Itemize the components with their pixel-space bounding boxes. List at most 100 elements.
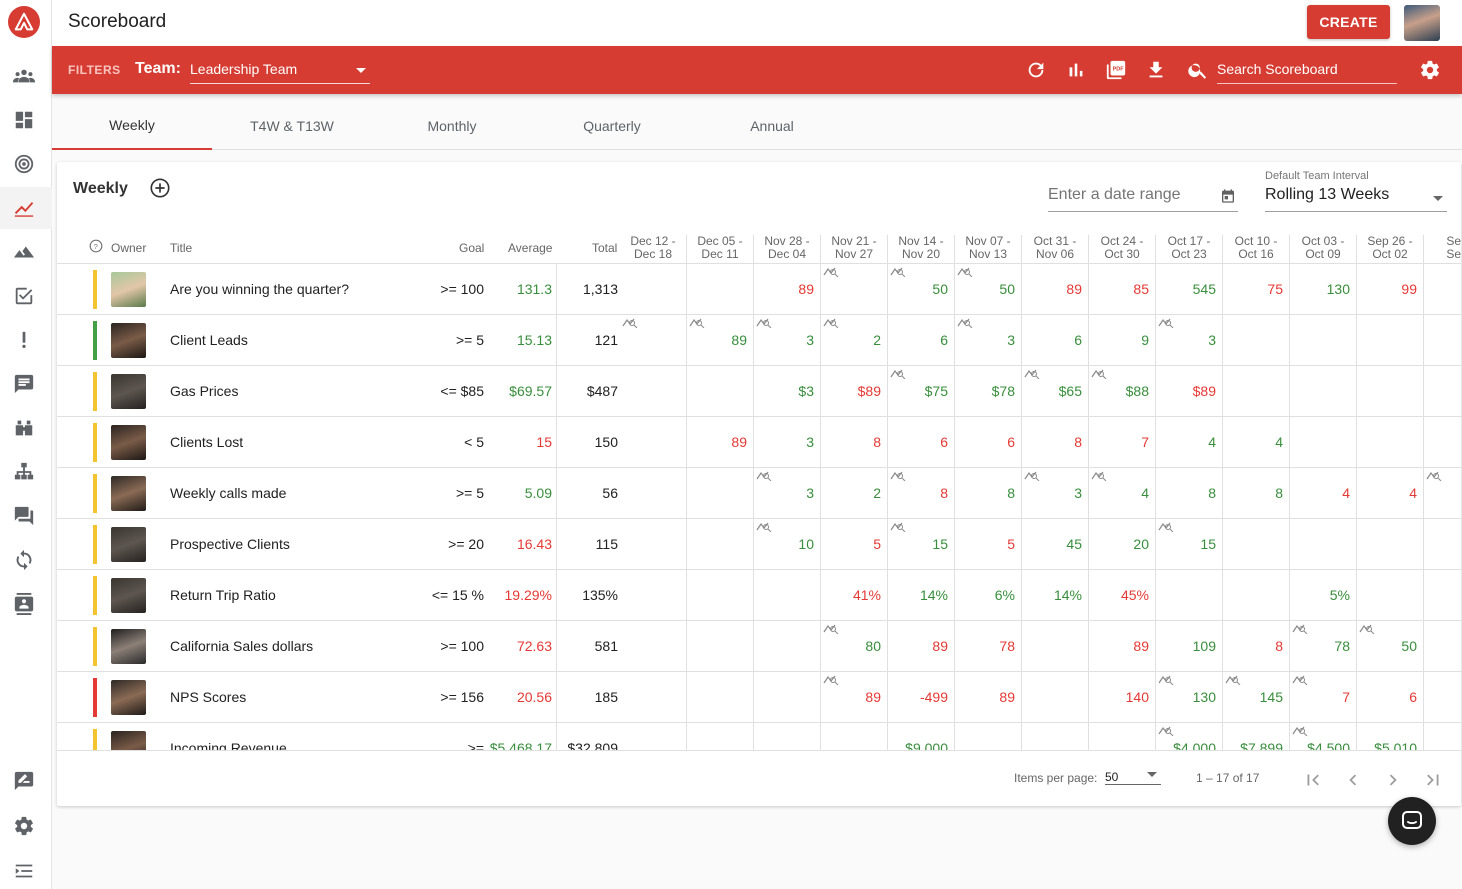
week-cell[interactable]: 89 [1022, 264, 1089, 315]
week-cell[interactable] [1424, 264, 1461, 315]
scoreboard-chart-icon[interactable] [12, 196, 36, 220]
week-cell[interactable]: 6 [955, 417, 1022, 468]
last-page-icon[interactable] [1422, 769, 1444, 791]
owner-avatar[interactable] [111, 374, 146, 409]
week-cell[interactable] [687, 264, 754, 315]
measurable-title[interactable]: Prospective Clients [170, 536, 290, 552]
owner-avatar[interactable] [111, 680, 146, 715]
issues-exclamation-icon[interactable] [12, 328, 36, 352]
week-cell[interactable] [1022, 672, 1089, 723]
measurable-title[interactable]: Incoming Revenue [170, 740, 287, 750]
help-icon[interactable]: ? [89, 239, 103, 256]
owner-avatar[interactable] [111, 323, 146, 358]
week-cell[interactable]: 4 [1223, 417, 1290, 468]
interval-select[interactable]: Rolling 13 Weeks [1265, 186, 1447, 212]
week-cell[interactable] [754, 621, 821, 672]
owner-avatar[interactable] [111, 527, 146, 562]
owner-avatar[interactable] [111, 476, 146, 511]
week-cell[interactable] [620, 264, 687, 315]
week-cell[interactable] [821, 723, 888, 750]
people-icon[interactable] [12, 64, 36, 88]
week-cell[interactable]: 6 [888, 417, 955, 468]
week-cell[interactable] [1022, 621, 1089, 672]
week-cell[interactable]: 5 [821, 519, 888, 570]
previous-page-icon[interactable] [1342, 769, 1364, 791]
week-cell[interactable]: 8 [1156, 468, 1223, 519]
tab-quarterly[interactable]: Quarterly [532, 102, 692, 150]
week-cell[interactable]: 6 [888, 315, 955, 366]
app-logo-icon[interactable] [8, 6, 40, 38]
week-cell[interactable] [620, 366, 687, 417]
week-cell[interactable]: 7 [1089, 417, 1156, 468]
week-cell[interactable] [754, 672, 821, 723]
week-cell[interactable]: 20 [1089, 519, 1156, 570]
week-cell[interactable] [1223, 570, 1290, 621]
measurable-title[interactable]: Client Leads [170, 332, 248, 348]
week-cell[interactable] [687, 468, 754, 519]
week-cell[interactable] [1357, 417, 1424, 468]
filter-settings-gear-icon[interactable] [1419, 59, 1441, 81]
refresh-icon[interactable] [1025, 59, 1047, 81]
week-cell[interactable]: 8 [1223, 621, 1290, 672]
collapse-menu-icon[interactable] [12, 859, 36, 883]
week-cell[interactable] [1022, 723, 1089, 750]
week-cell[interactable]: 5 [955, 519, 1022, 570]
week-cell[interactable]: 89 [754, 264, 821, 315]
week-cell[interactable]: 99 [1357, 264, 1424, 315]
table-row[interactable]: California Sales dollars >= 100 72.63 581 80… [57, 621, 1461, 672]
week-cell[interactable]: 89 [687, 417, 754, 468]
week-cell[interactable]: 4 [1357, 468, 1424, 519]
tab-weekly[interactable]: Weekly [52, 102, 212, 150]
week-cell[interactable]: $4,500 [1290, 723, 1357, 750]
week-cell[interactable]: 6 [1022, 315, 1089, 366]
week-cell[interactable] [620, 315, 687, 366]
target-icon[interactable] [12, 152, 36, 176]
week-cell[interactable]: $2 [1424, 723, 1461, 750]
team-select[interactable]: Leadership Team [190, 58, 370, 84]
week-cell[interactable]: 78 [955, 621, 1022, 672]
calendar-icon[interactable] [1220, 188, 1236, 204]
week-cell[interactable]: 140 [1089, 672, 1156, 723]
table-row[interactable]: Are you winning the quarter? >= 100 131.3 1… [57, 264, 1461, 315]
todo-checkbox-icon[interactable] [12, 284, 36, 308]
week-cell[interactable] [1424, 417, 1461, 468]
week-cell[interactable] [1089, 723, 1156, 750]
week-cell[interactable] [1424, 672, 1461, 723]
bar-chart-icon[interactable] [1065, 59, 1087, 81]
week-cell[interactable]: $78 [955, 366, 1022, 417]
week-cell[interactable]: 3 [1022, 468, 1089, 519]
measurable-title[interactable]: Gas Prices [170, 383, 238, 399]
week-cell[interactable] [754, 570, 821, 621]
week-cell[interactable]: 8 [888, 468, 955, 519]
next-page-icon[interactable] [1382, 769, 1404, 791]
directory-contacts-icon[interactable] [12, 592, 36, 616]
week-cell[interactable] [1357, 570, 1424, 621]
tab-annual[interactable]: Annual [692, 102, 852, 150]
settings-gear-icon[interactable] [12, 814, 36, 838]
table-row[interactable]: Prospective Clients >= 20 16.43 115 10 5 15 5 45… [57, 519, 1461, 570]
filters-label[interactable]: FILTERS [68, 63, 121, 77]
week-cell[interactable]: $89 [1156, 366, 1223, 417]
pdf-icon[interactable]: PDF [1105, 59, 1127, 81]
week-cell[interactable]: 80 [821, 621, 888, 672]
week-cell[interactable]: 89 [1089, 621, 1156, 672]
week-cell[interactable]: 5% [1290, 570, 1357, 621]
measurable-title[interactable]: Weekly calls made [170, 485, 286, 501]
week-cell[interactable]: 15 [888, 519, 955, 570]
week-cell[interactable] [1424, 315, 1461, 366]
tab-t4w-t13w[interactable]: T4W & T13W [212, 102, 372, 150]
week-cell[interactable] [1223, 315, 1290, 366]
table-row[interactable]: Return Trip Ratio <= 15 % 19.29% 135% 41% 14%… [57, 570, 1461, 621]
table-row[interactable]: Gas Prices <= $85 $69.57 $487 $3 $89 $75 $78 $65… [57, 366, 1461, 417]
week-cell[interactable]: $75 [888, 366, 955, 417]
week-cell[interactable]: 10 [754, 519, 821, 570]
week-cell[interactable]: 2 [821, 315, 888, 366]
search-input[interactable]: Search Scoreboard [1217, 58, 1397, 84]
week-cell[interactable]: $89 [821, 366, 888, 417]
week-cell[interactable] [955, 723, 1022, 750]
owner-avatar[interactable] [111, 578, 146, 613]
week-cell[interactable]: $4,000 [1156, 723, 1223, 750]
week-cell[interactable] [1290, 519, 1357, 570]
measurable-title[interactable]: Are you winning the quarter? [170, 281, 349, 297]
mountains-icon[interactable] [12, 240, 36, 264]
